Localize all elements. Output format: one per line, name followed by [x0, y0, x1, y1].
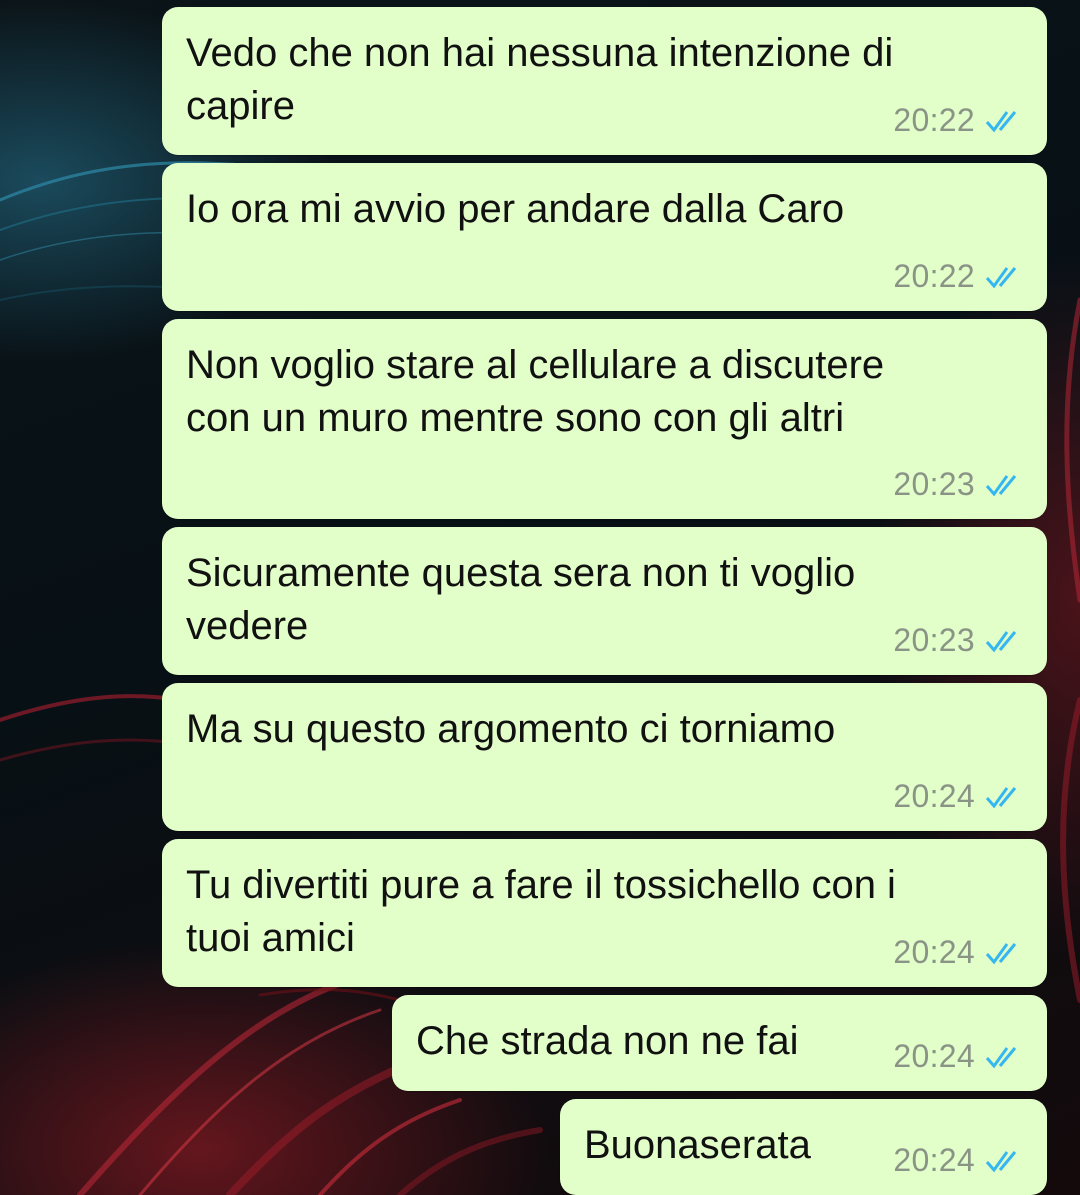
message-meta: 20:24: [893, 934, 1025, 971]
message-bubble[interactable]: Non voglio stare al cellulare a discuter…: [162, 319, 1047, 519]
message-time: 20:23: [893, 622, 975, 658]
message-time: 20:23: [893, 466, 975, 502]
double-check-read-icon: [985, 1150, 1017, 1172]
message-bubble[interactable]: Che strada non ne fai 20:24: [392, 995, 1047, 1091]
message-text: Ma su questo argomento ci torniamo: [186, 707, 836, 751]
double-check-read-icon: [985, 110, 1017, 132]
message-meta: 20:23: [893, 622, 1025, 659]
double-check-read-icon: [985, 786, 1017, 808]
message-bubble[interactable]: Tu divertiti pure a fare il tossichello …: [162, 839, 1047, 987]
message-time: 20:22: [893, 102, 975, 138]
message-text: Io ora mi avvio per andare dalla Caro: [186, 187, 845, 231]
message-meta: 20:22: [893, 258, 1025, 295]
message-time: 20:24: [893, 1142, 975, 1178]
double-check-read-icon: [985, 942, 1017, 964]
message-time: 20:24: [893, 1038, 975, 1074]
message-meta: 20:23: [893, 466, 1025, 503]
double-check-read-icon: [985, 630, 1017, 652]
message-meta: 20:24: [893, 778, 1025, 815]
message-meta: 20:22: [893, 102, 1025, 139]
double-check-read-icon: [985, 1046, 1017, 1068]
message-meta: 20:24: [893, 1142, 1025, 1179]
message-text: Non voglio stare al cellulare a discuter…: [186, 343, 885, 440]
message-bubble[interactable]: Ma su questo argomento ci torniamo 20:24: [162, 683, 1047, 831]
message-bubble[interactable]: Sicuramente questa sera non ti voglio ve…: [162, 527, 1047, 675]
message-bubble[interactable]: Io ora mi avvio per andare dalla Caro 20…: [162, 163, 1047, 311]
message-bubble[interactable]: Vedo che non hai nessuna intenzione di c…: [162, 7, 1047, 155]
message-time: 20:24: [893, 934, 975, 970]
double-check-read-icon: [985, 266, 1017, 288]
message-time: 20:24: [893, 778, 975, 814]
message-time: 20:22: [893, 258, 975, 294]
message-meta: 20:24: [893, 1038, 1025, 1075]
double-check-read-icon: [985, 474, 1017, 496]
message-bubble[interactable]: Buonaserata 20:24: [560, 1099, 1047, 1195]
